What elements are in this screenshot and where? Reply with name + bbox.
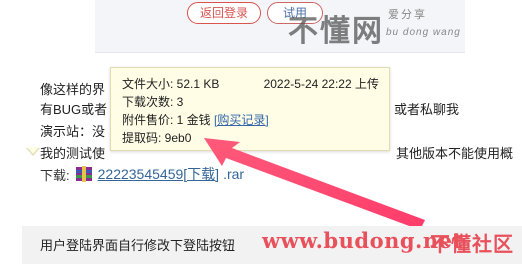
annotation-arrow	[204, 138, 425, 230]
watermark-site-name: 不懂社区	[430, 234, 514, 256]
article-bottom-line: 用户登陆界面自行修改下登陆按钮	[40, 238, 236, 253]
